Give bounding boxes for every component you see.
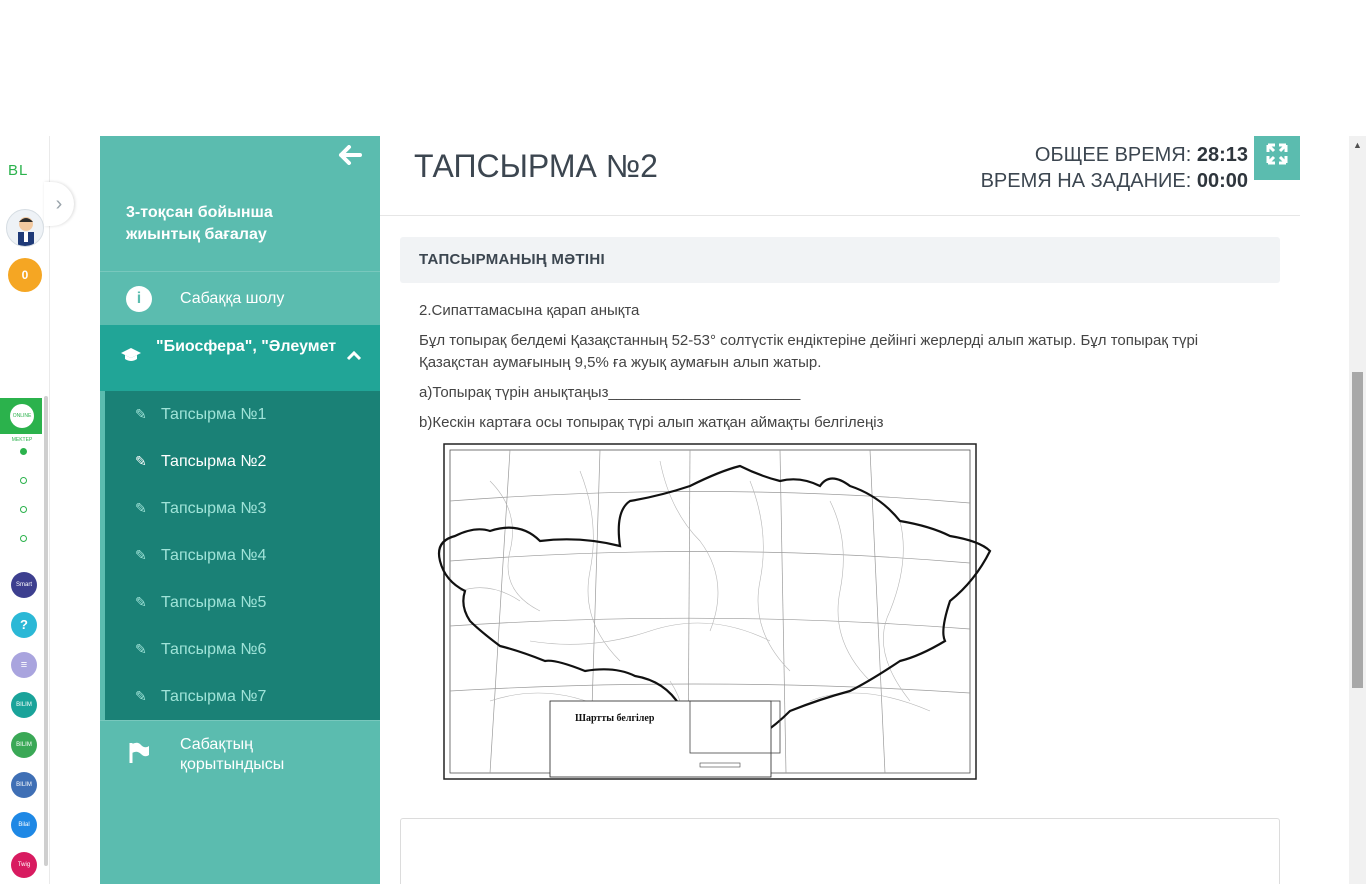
sidebar-item-label: Сабақтың қорытындысы	[180, 736, 285, 773]
twig-icon[interactable]: Twig	[11, 852, 37, 878]
bilimland-logo[interactable]: BL	[8, 162, 28, 179]
task-list: ✎ Тапсырма №1 ✎ Тапсырма №2 ✎ Тапсырма №3 ✎…	[100, 391, 380, 720]
edit-icon: ✎	[135, 688, 147, 704]
task-time-label: ВРЕМЯ НА ЗАДАНИЕ:	[980, 170, 1192, 192]
task-label: Тапсырма №7	[161, 688, 267, 705]
task-time-value: 00:00	[1196, 170, 1248, 192]
nav-dot[interactable]	[20, 448, 27, 455]
bilim-online-icon[interactable]: BILIM Online	[11, 692, 37, 718]
total-time-value: 28:13	[1196, 144, 1248, 166]
edit-icon: ✎	[135, 500, 147, 516]
sidebar-item-summary[interactable]: Сабақтың қорытындысы	[100, 720, 380, 788]
bilim-book-icon[interactable]: BILIM Book	[11, 772, 37, 798]
sidebar-item-task-3[interactable]: ✎ Тапсырма №3	[135, 496, 266, 520]
graduation-cap-icon	[120, 347, 142, 368]
sidebar-item-task-2[interactable]: ✎ Тапсырма №2	[135, 449, 266, 473]
scrollbar-thumb[interactable]	[1352, 372, 1363, 688]
nav-dot[interactable]	[20, 535, 27, 542]
online-mektep-button[interactable]: ONLINE MEKTEP	[0, 398, 42, 443]
back-arrow-icon[interactable]	[338, 144, 362, 172]
help-icon[interactable]: ?	[11, 612, 37, 638]
page-scrollbar[interactable]: ▲	[1349, 136, 1366, 884]
question-b: b)Кескін картаға осы топырақ түрі алып ж…	[419, 414, 884, 431]
sidebar-item-task-6[interactable]: ✎ Тапсырма №6	[135, 637, 266, 661]
sidebar-item-task-7[interactable]: ✎ Тапсырма №7	[135, 684, 266, 708]
task-label: Тапсырма №5	[161, 594, 267, 611]
course-sidebar: 3-тоқсан бойынша жиынтық бағалау i Сабақ…	[100, 136, 380, 884]
bilim-land-icon[interactable]: BILIM Land	[11, 732, 37, 758]
fullscreen-button[interactable]	[1254, 136, 1300, 180]
course-title: 3-тоқсан бойынша жиынтық бағалау	[126, 204, 273, 243]
sidebar-item-task-4[interactable]: ✎ Тапсырма №4	[135, 543, 266, 567]
expand-icon	[1266, 143, 1288, 165]
map-legend-title: Шартты белгілер	[575, 713, 655, 724]
section-label: "Биосфера", "Әлеуметтік геогр...	[156, 338, 336, 355]
coins-badge[interactable]: 0	[8, 258, 42, 292]
chevron-right-icon: ›	[55, 193, 63, 215]
question-body: Бұл топырақ белдемі Қазақстанның 52-53° …	[419, 332, 1199, 371]
rail-scrollbar[interactable]	[44, 396, 48, 866]
bilal-icon[interactable]: Bilal	[11, 812, 37, 838]
task-label: Тапсырма №6	[161, 641, 267, 658]
news-icon[interactable]: ≡	[11, 652, 37, 678]
task-label: Тапсырма №2	[161, 453, 267, 470]
answer-area[interactable]	[400, 818, 1280, 884]
timer: ОБЩЕЕ ВРЕМЯ: 28:13 ВРЕМЯ НА ЗАДАНИЕ: 00:…	[981, 142, 1248, 194]
edit-icon: ✎	[135, 406, 147, 422]
info-icon: i	[126, 286, 152, 312]
smart-nation-icon[interactable]: Smart Nation	[11, 572, 37, 598]
nav-dot[interactable]	[20, 506, 27, 513]
collapse-toggle-button[interactable]: ›	[44, 182, 74, 226]
nav-dot[interactable]	[20, 477, 27, 484]
online-mektep-icon: ONLINE MEKTEP	[10, 404, 34, 443]
edit-icon: ✎	[135, 547, 147, 563]
sidebar-item-task-1[interactable]: ✎ Тапсырма №1	[135, 402, 266, 426]
sidebar-section-biosphere[interactable]: "Биосфера", "Әлеуметтік геогр...	[100, 325, 380, 391]
task-label: Тапсырма №1	[161, 406, 267, 423]
edit-icon: ✎	[135, 594, 147, 610]
edit-icon: ✎	[135, 453, 147, 469]
avatar[interactable]	[6, 209, 44, 247]
question-title: 2.Сипаттамасына қарап анықта	[419, 302, 640, 319]
task-label: Тапсырма №3	[161, 500, 267, 517]
page-title: ТАПСЫРМА №2	[414, 148, 658, 184]
scroll-up-arrow-icon[interactable]: ▲	[1353, 140, 1362, 150]
main-content: ТАПСЫРМА №2 ОБЩЕЕ ВРЕМЯ: 28:13 ВРЕМЯ НА …	[380, 136, 1300, 884]
sidebar-item-task-5[interactable]: ✎ Тапсырма №5	[135, 590, 266, 614]
sidebar-item-overview[interactable]: i Сабаққа шолу	[100, 271, 380, 325]
flag-icon	[126, 741, 152, 767]
edit-icon: ✎	[135, 641, 147, 657]
total-time-label: ОБЩЕЕ ВРЕМЯ:	[1034, 144, 1192, 166]
kazakhstan-contour-map: Шартты белгілер	[430, 441, 995, 783]
task-label: Тапсырма №4	[161, 547, 267, 564]
chevron-up-icon[interactable]	[346, 345, 362, 366]
app-rail: BL 0 ONLINE MEKTEP Smart Nation ? ≡ BILI…	[0, 136, 50, 884]
sidebar-item-label: Сабаққа шолу	[180, 290, 285, 307]
question-a: а)Топырақ түрін анықтаңыз_______________…	[419, 384, 801, 401]
task-header: ТАПСЫРМА №2 ОБЩЕЕ ВРЕМЯ: 28:13 ВРЕМЯ НА …	[380, 136, 1300, 216]
section-heading-text: ТАПСЫРМАНЫҢ МӘТІНІ	[419, 251, 605, 268]
task-text-heading: ТАПСЫРМАНЫҢ МӘТІНІ	[400, 237, 1280, 283]
